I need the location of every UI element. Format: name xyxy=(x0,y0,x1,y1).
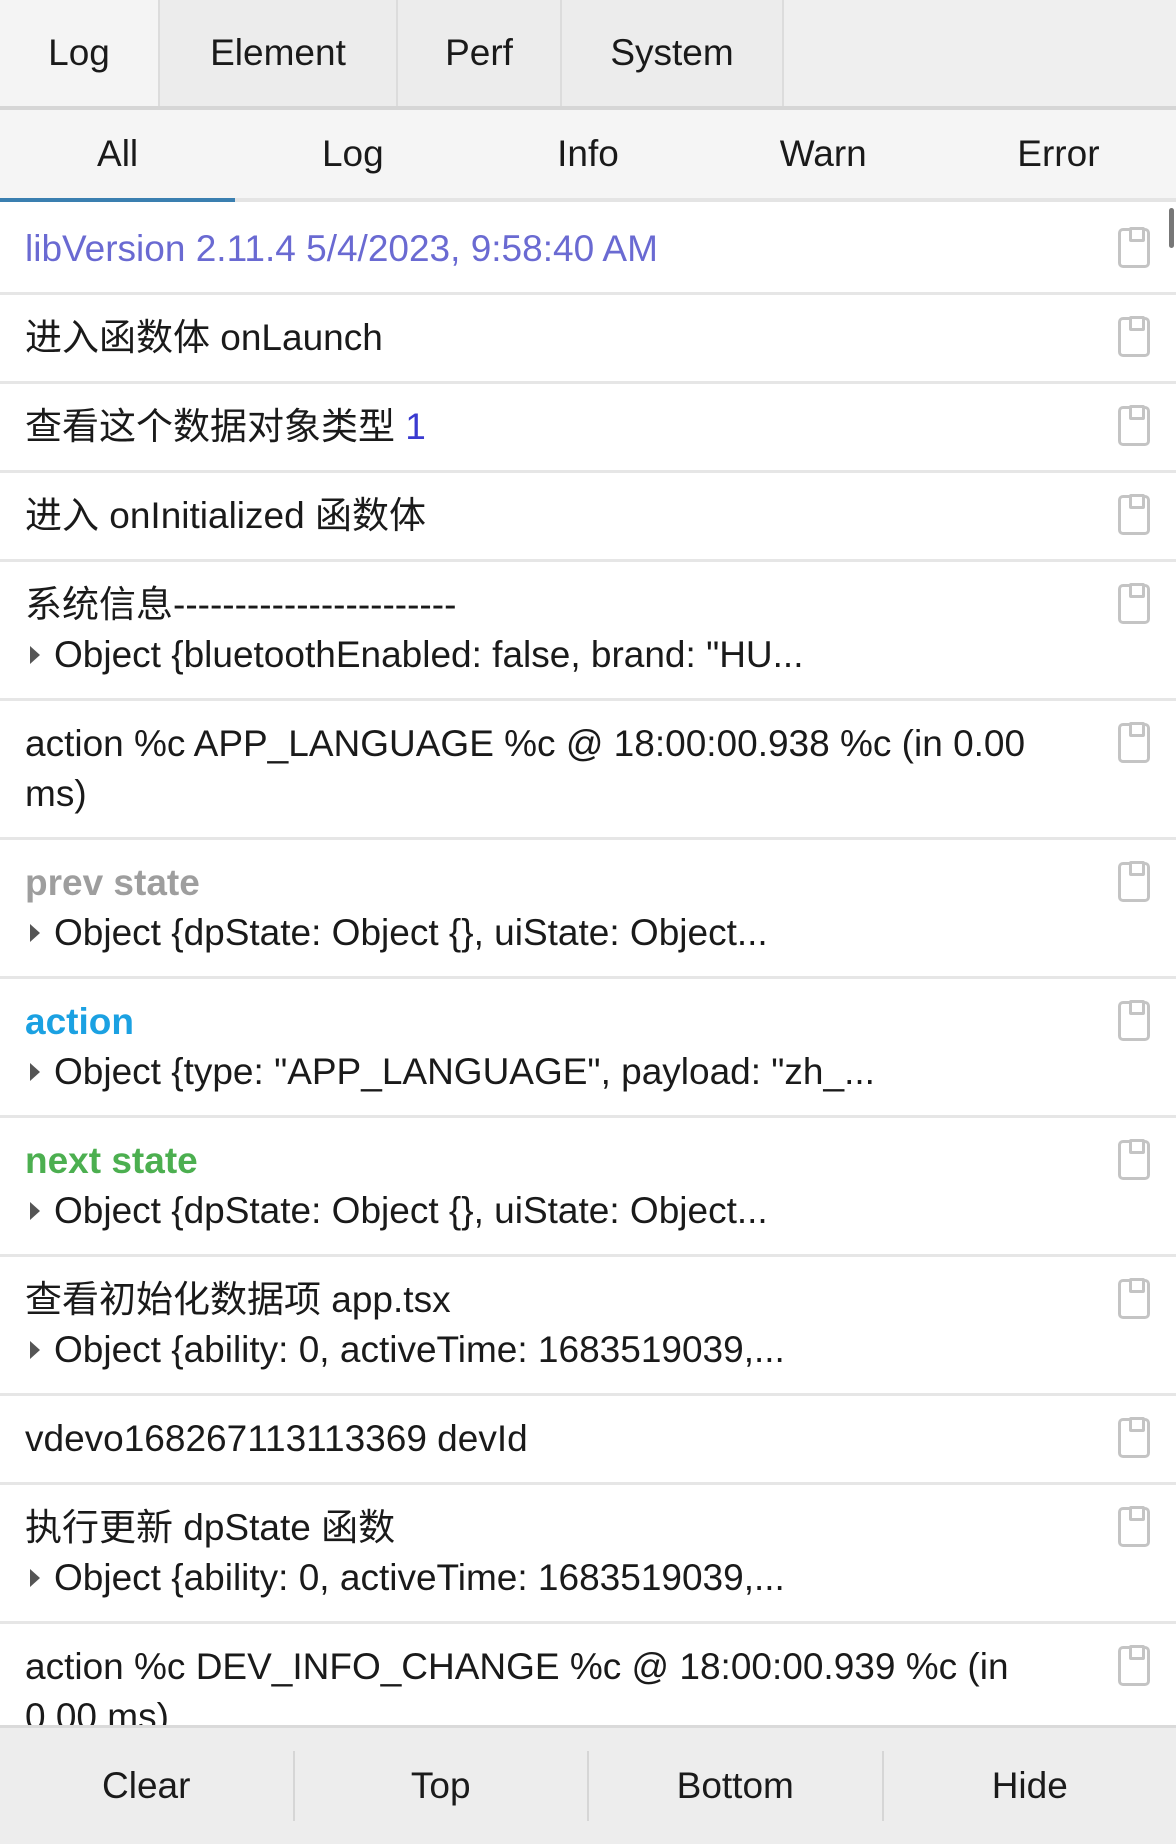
clipboard-icon[interactable] xyxy=(1118,583,1150,624)
log-list[interactable]: libVersion 2.11.4 5/4/2023, 9:58:40 AM 进… xyxy=(0,206,1176,1725)
expand-triangle-icon[interactable] xyxy=(30,646,40,664)
log-row: vdevo168267113113369 devId xyxy=(0,1396,1176,1485)
expand-triangle-icon[interactable] xyxy=(30,1063,40,1081)
log-row: 进入 onInitialized 函数体 xyxy=(0,473,1176,562)
object-expander[interactable]: Object {ability: 0, activeTime: 16835190… xyxy=(25,1553,1086,1603)
log-row: action %c APP_LANGUAGE %c @ 18:00:00.938… xyxy=(0,701,1176,840)
log-row: 进入函数体 onLaunch xyxy=(0,295,1176,384)
log-row: action Object {type: "APP_LANGUAGE", payl… xyxy=(0,979,1176,1118)
clipboard-icon[interactable] xyxy=(1118,1417,1150,1458)
expand-triangle-icon[interactable] xyxy=(30,924,40,942)
log-text: 查看这个数据对象类型 xyxy=(25,406,395,447)
level-tab-info[interactable]: Info xyxy=(470,110,705,198)
object-preview: Object {ability: 0, activeTime: 16835190… xyxy=(54,1557,785,1598)
clipboard-icon[interactable] xyxy=(1118,227,1150,268)
log-text: 系统信息----------------------- xyxy=(25,584,457,625)
object-expander[interactable]: Object {ability: 0, activeTime: 16835190… xyxy=(25,1325,1086,1375)
log-row: 查看这个数据对象类型 1 xyxy=(0,384,1176,473)
log-row: next state Object {dpState: Object {}, ui… xyxy=(0,1118,1176,1257)
top-button[interactable]: Top xyxy=(295,1751,589,1821)
level-tab-warn[interactable]: Warn xyxy=(706,110,941,198)
log-text: 进入 onInitialized 函数体 xyxy=(25,495,426,536)
log-row: 查看初始化数据项 app.tsx Object {ability: 0, acti… xyxy=(0,1257,1176,1396)
log-value: 1 xyxy=(405,406,426,447)
hide-button[interactable]: Hide xyxy=(884,1751,1176,1821)
object-preview: Object {dpState: Object {}, uiState: Obj… xyxy=(54,912,768,953)
bottom-button[interactable]: Bottom xyxy=(589,1751,884,1821)
tab-log[interactable]: Log xyxy=(0,0,160,106)
level-tab-all[interactable]: All xyxy=(0,110,236,202)
log-row: action %c DEV_INFO_CHANGE %c @ 18:00:00.… xyxy=(0,1624,1176,1725)
object-preview: Object {type: "APP_LANGUAGE", payload: "… xyxy=(54,1051,875,1092)
clipboard-icon[interactable] xyxy=(1118,494,1150,535)
object-preview: Object {bluetoothEnabled: false, brand: … xyxy=(54,634,804,675)
top-tab-bar: Log Element Perf System xyxy=(0,0,1176,110)
footer-toolbar: Clear Top Bottom Hide xyxy=(0,1725,1176,1844)
clipboard-icon[interactable] xyxy=(1118,316,1150,357)
clipboard-icon[interactable] xyxy=(1118,1000,1150,1041)
clipboard-icon[interactable] xyxy=(1118,405,1150,446)
clipboard-icon[interactable] xyxy=(1118,861,1150,902)
object-expander[interactable]: Object {dpState: Object {}, uiState: Obj… xyxy=(25,1186,1086,1236)
clipboard-icon[interactable] xyxy=(1118,1139,1150,1180)
log-text: 查看初始化数据项 app.tsx xyxy=(25,1279,451,1320)
log-text: 进入函数体 onLaunch xyxy=(25,317,383,358)
log-label-next-state: next state xyxy=(25,1140,198,1181)
log-label-prev-state: prev state xyxy=(25,862,200,903)
log-text: libVersion 2.11.4 5/4/2023, 9:58:40 AM xyxy=(25,228,658,269)
object-expander[interactable]: Object {bluetoothEnabled: false, brand: … xyxy=(25,630,1086,680)
level-tab-bar: All Log Info Warn Error xyxy=(0,110,1176,202)
tab-element[interactable]: Element xyxy=(160,0,398,106)
object-expander[interactable]: Object {type: "APP_LANGUAGE", payload: "… xyxy=(25,1047,1086,1097)
log-text: action %c DEV_INFO_CHANGE %c @ 18:00:00.… xyxy=(25,1646,1009,1725)
clipboard-icon[interactable] xyxy=(1118,1645,1150,1686)
scrollbar[interactable] xyxy=(1169,208,1174,248)
clipboard-icon[interactable] xyxy=(1118,1506,1150,1547)
object-preview: Object {dpState: Object {}, uiState: Obj… xyxy=(54,1190,768,1231)
clipboard-icon[interactable] xyxy=(1118,1278,1150,1319)
object-preview: Object {ability: 0, activeTime: 16835190… xyxy=(54,1329,785,1370)
expand-triangle-icon[interactable] xyxy=(30,1202,40,1220)
clear-button[interactable]: Clear xyxy=(0,1751,295,1821)
object-expander[interactable]: Object {dpState: Object {}, uiState: Obj… xyxy=(25,908,1086,958)
log-text: vdevo168267113113369 devId xyxy=(25,1418,528,1459)
tab-perf[interactable]: Perf xyxy=(398,0,562,106)
log-label-action: action xyxy=(25,1001,134,1042)
log-row: 执行更新 dpState 函数 Object {ability: 0, activ… xyxy=(0,1485,1176,1624)
level-tab-log[interactable]: Log xyxy=(235,110,470,198)
log-row: 系统信息----------------------- Object {bluet… xyxy=(0,562,1176,701)
level-tab-error[interactable]: Error xyxy=(941,110,1176,198)
log-text: 执行更新 dpState 函数 xyxy=(25,1507,396,1548)
log-row: libVersion 2.11.4 5/4/2023, 9:58:40 AM xyxy=(0,206,1176,295)
tab-system[interactable]: System xyxy=(562,0,784,106)
log-text: action %c APP_LANGUAGE %c @ 18:00:00.938… xyxy=(25,723,1026,814)
log-row: prev state Object {dpState: Object {}, ui… xyxy=(0,840,1176,979)
expand-triangle-icon[interactable] xyxy=(30,1569,40,1587)
clipboard-icon[interactable] xyxy=(1118,722,1150,763)
expand-triangle-icon[interactable] xyxy=(30,1341,40,1359)
